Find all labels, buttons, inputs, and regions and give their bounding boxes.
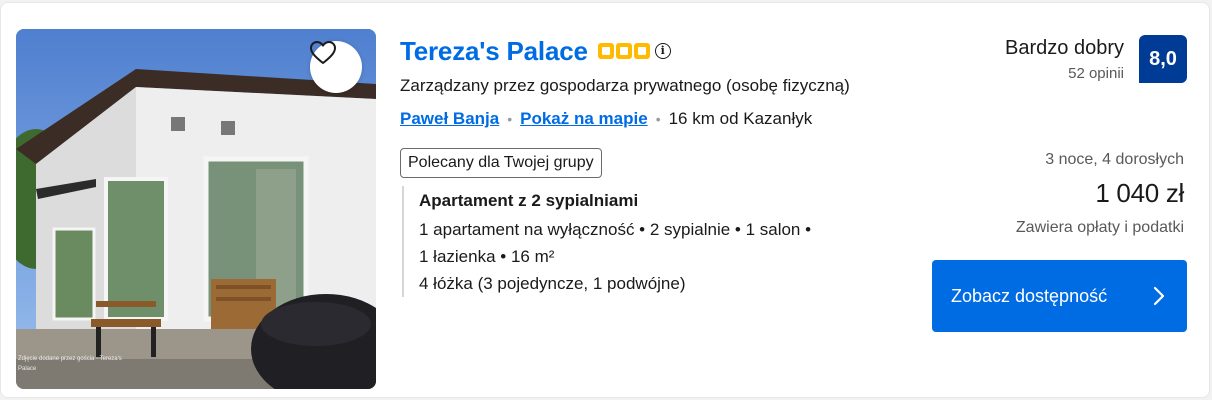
stay-summary: 3 noce, 4 dorosłych	[1045, 151, 1184, 168]
favorite-button[interactable]	[310, 41, 362, 93]
unit-detail-line: 4 łóżka (3 pojedyncze, 1 podwójne)	[419, 274, 686, 293]
separator-dot: •	[655, 111, 661, 127]
recommended-badge: Polecany dla Twojej grupy	[400, 148, 602, 178]
star-icon	[633, 43, 650, 59]
unit-title: Apartament z 2 sypialniami	[419, 191, 639, 210]
host-type: Zarządzany przez gospodarza prywatnego (…	[400, 76, 850, 95]
heart-icon	[310, 41, 336, 64]
review-score[interactable]: 8,0	[1139, 35, 1187, 83]
separator-dot: •	[507, 111, 513, 127]
property-photo[interactable]: Zdjęcie dodane przez gościa · Tereza's P…	[16, 29, 376, 389]
info-icon[interactable]: i	[654, 43, 671, 59]
unit-detail-line: 1 łazienka • 16 m²	[419, 247, 555, 266]
chevron-right-icon	[1153, 286, 1165, 306]
title-row: Tereza's Palace i	[400, 33, 671, 69]
unit-detail-line: 1 apartament na wyłączność • 2 sypialnie…	[419, 220, 812, 239]
location-row: Paweł Banja • Pokaż na mapie • 16 km od …	[400, 109, 812, 129]
distance-text: 16 km od Kazanłyk	[668, 109, 813, 128]
property-card: Zdjęcie dodane przez gościa · Tereza's P…	[0, 2, 1210, 398]
location-link[interactable]: Paweł Banja	[400, 109, 499, 129]
star-icon	[597, 43, 614, 59]
photo-watermark: Zdjęcie dodane przez gościa · Tereza's P…	[18, 356, 122, 372]
see-availability-button[interactable]: Zobacz dostępność	[932, 260, 1187, 332]
show-on-map-link[interactable]: Pokaż na mapie	[520, 109, 648, 129]
taxes-note: Zawiera opłaty i podatki	[1015, 219, 1184, 236]
star-icon	[615, 43, 632, 59]
review-label[interactable]: Bardzo dobry	[1005, 37, 1124, 60]
review-count[interactable]: 52 opinii	[1068, 65, 1124, 82]
see-availability-label: Zobacz dostępność	[951, 286, 1108, 306]
property-title[interactable]: Tereza's Palace	[400, 33, 588, 69]
star-rating	[597, 43, 650, 59]
unit-details: Apartament z 2 sypialniami 1 apartament …	[402, 186, 882, 297]
price: 1 040 zł	[1095, 178, 1184, 208]
